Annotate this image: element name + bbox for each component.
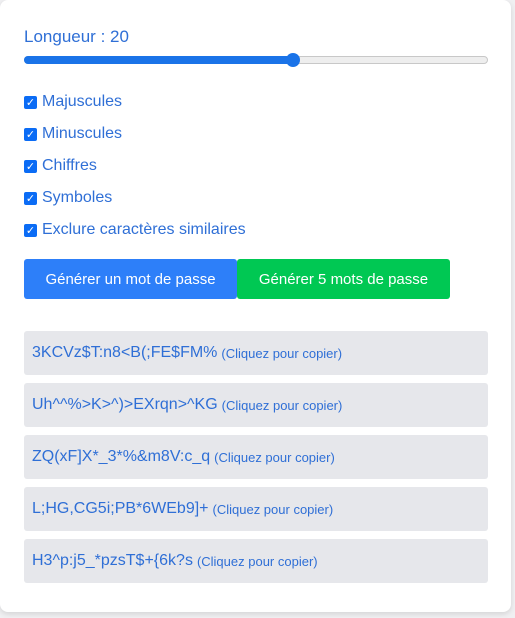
password-text: Uh^^%>K>^)>EXrqn>^KG xyxy=(32,396,218,413)
copy-hint: (Cliquez pour copier) xyxy=(221,345,343,361)
copy-hint: (Cliquez pour copier) xyxy=(212,501,334,517)
generator-card: Longueur : 20 ✓ Majuscules ✓ Minuscules … xyxy=(0,0,511,612)
length-slider[interactable] xyxy=(24,53,488,67)
password-text: L;HG,CG5i;PB*6WEb9]+ xyxy=(32,500,209,517)
check-icon[interactable]: ✓ xyxy=(24,127,37,141)
check-icon[interactable]: ✓ xyxy=(24,191,37,205)
check-icon[interactable]: ✓ xyxy=(24,159,37,173)
option-label: Majuscules xyxy=(42,93,123,110)
length-label: Longueur : 20 xyxy=(24,27,129,46)
generate-five-button[interactable]: Générer 5 mots de passe xyxy=(237,259,450,299)
password-result[interactable]: Uh^^%>K>^)>EXrqn>^KG (Cliquez pour copie… xyxy=(24,383,488,427)
option-digits[interactable]: ✓ Chiffres xyxy=(24,156,97,176)
option-exclude-similar[interactable]: ✓ Exclure caractères similaires xyxy=(24,220,246,240)
option-label: Minuscules xyxy=(42,125,123,142)
copy-hint: (Cliquez pour copier) xyxy=(221,397,343,413)
option-lowercase[interactable]: ✓ Minuscules xyxy=(24,124,122,144)
copy-hint: (Cliquez pour copier) xyxy=(214,449,335,465)
slider-thumb[interactable] xyxy=(286,53,301,67)
password-result[interactable]: 3KCVz$T:n8<B(;FE$FM% (Cliquez pour copie… xyxy=(24,331,488,375)
option-label: Symboles xyxy=(42,189,113,206)
password-text: 3KCVz$T:n8<B(;FE$FM% xyxy=(32,344,218,361)
password-result[interactable]: H3^p:j5_*pzsT$+{6k?s (Cliquez pour copie… xyxy=(24,539,488,583)
check-icon[interactable]: ✓ xyxy=(24,223,37,237)
slider-fill xyxy=(24,56,294,64)
generate-one-button[interactable]: Générer un mot de passe xyxy=(24,259,237,299)
password-text: ZQ(xF]X*_3*%&m8V:c_q xyxy=(32,448,211,465)
copy-hint: (Cliquez pour copier) xyxy=(196,553,318,569)
option-label: Chiffres xyxy=(42,157,97,174)
option-label: Exclure caractères similaires xyxy=(42,221,246,238)
password-text: H3^p:j5_*pzsT$+{6k?s xyxy=(32,552,193,569)
option-uppercase[interactable]: ✓ Majuscules xyxy=(24,92,122,112)
password-result[interactable]: ZQ(xF]X*_3*%&m8V:c_q (Cliquez pour copie… xyxy=(24,435,488,479)
option-symbols[interactable]: ✓ Symboles xyxy=(24,188,112,208)
check-icon[interactable]: ✓ xyxy=(24,95,37,109)
password-result[interactable]: L;HG,CG5i;PB*6WEb9]+ (Cliquez pour copie… xyxy=(24,487,488,531)
